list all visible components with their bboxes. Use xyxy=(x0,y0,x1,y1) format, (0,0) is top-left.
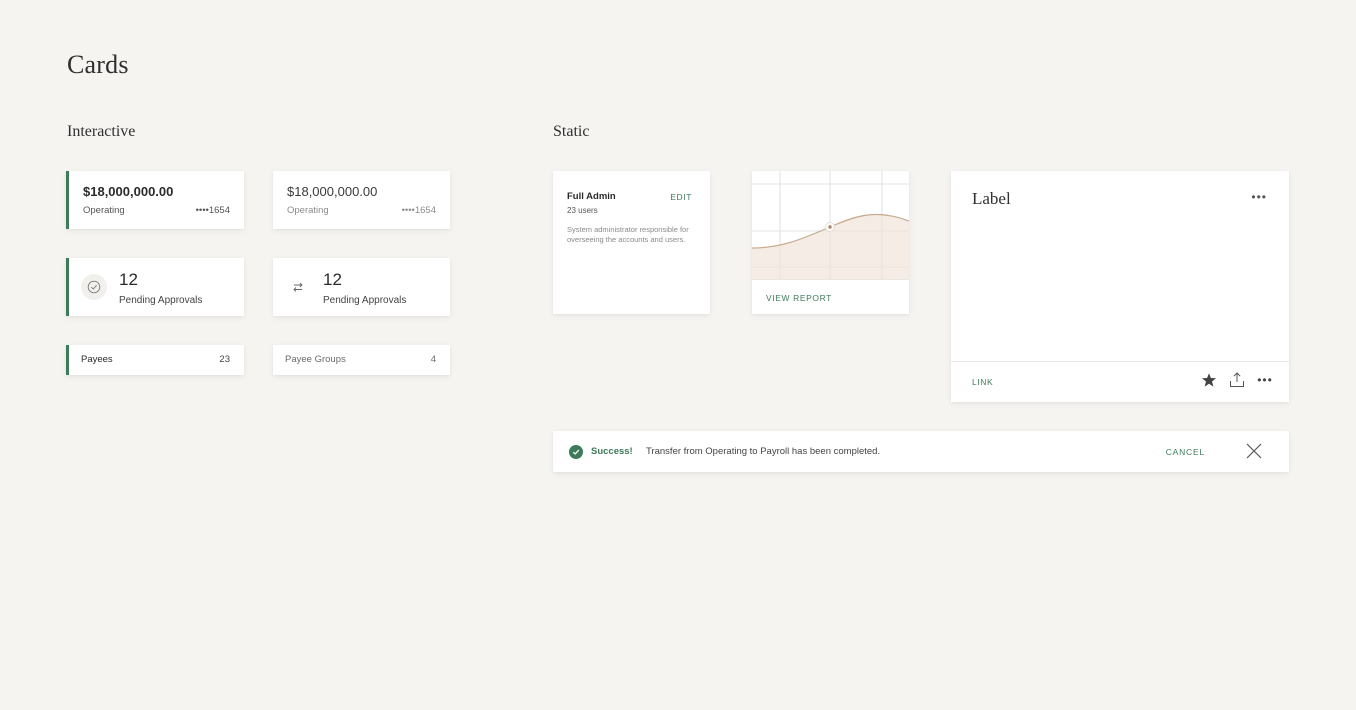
success-toast: Success! Transfer from Operating to Payr… xyxy=(553,431,1289,472)
section-title-static: Static xyxy=(553,123,590,140)
admin-role-card: Full Admin EDIT 23 users System administ… xyxy=(553,171,710,314)
account-number-mask: ••••1654 xyxy=(195,205,230,216)
payees-count: 23 xyxy=(219,354,230,365)
payee-groups-card[interactable]: Payee Groups 4 xyxy=(273,345,450,375)
account-name: Operating xyxy=(83,205,125,216)
more-icon[interactable]: ••• xyxy=(1255,370,1275,390)
success-check-icon xyxy=(569,445,583,459)
chart-point-center xyxy=(828,225,832,229)
label-card: Label ••• LINK ••• xyxy=(951,171,1289,402)
toast-status: Success! xyxy=(591,446,633,457)
label-card-actions: ••• xyxy=(1199,370,1275,390)
account-card-active[interactable]: $18,000,000.00 Operating ••••1654 xyxy=(66,171,244,229)
pending-approvals-card[interactable]: 12 Pending Approvals xyxy=(273,258,450,316)
payees-label: Payees xyxy=(81,354,113,365)
swap-arrows-icon xyxy=(291,280,305,297)
pending-label: Pending Approvals xyxy=(119,295,203,306)
label-card-link[interactable]: LINK xyxy=(972,377,993,387)
label-card-divider xyxy=(951,361,1289,362)
check-circle-icon xyxy=(81,274,107,300)
edit-button[interactable]: EDIT xyxy=(670,192,692,202)
chart-divider xyxy=(752,279,909,280)
report-chart-card: VIEW REPORT xyxy=(752,171,909,314)
page-title: Cards xyxy=(67,50,129,79)
role-title: Full Admin xyxy=(567,191,616,202)
role-description: System administrator responsible for ove… xyxy=(567,225,689,244)
chart-preview xyxy=(752,171,909,279)
payee-groups-label: Payee Groups xyxy=(285,354,346,365)
account-name: Operating xyxy=(287,205,329,216)
label-card-title: Label xyxy=(972,189,1011,208)
more-options-icon[interactable]: ••• xyxy=(1251,190,1267,204)
pending-count: 12 xyxy=(119,270,138,289)
payees-card-active[interactable]: Payees 23 xyxy=(66,345,244,375)
share-icon[interactable] xyxy=(1227,370,1247,390)
view-report-link[interactable]: VIEW REPORT xyxy=(766,293,832,303)
pending-approvals-card-active[interactable]: 12 Pending Approvals xyxy=(66,258,244,316)
role-user-count: 23 users xyxy=(567,206,598,215)
cancel-button[interactable]: CANCEL xyxy=(1166,447,1205,457)
account-card[interactable]: $18,000,000.00 Operating ••••1654 xyxy=(273,171,450,229)
payee-groups-count: 4 xyxy=(430,354,436,365)
account-amount: $18,000,000.00 xyxy=(83,184,174,199)
pending-label: Pending Approvals xyxy=(323,295,407,306)
toast-message: Transfer from Operating to Payroll has b… xyxy=(646,446,881,457)
star-icon[interactable] xyxy=(1199,370,1219,390)
pending-count: 12 xyxy=(323,270,342,289)
account-amount: $18,000,000.00 xyxy=(287,184,378,199)
account-number-mask: ••••1654 xyxy=(401,205,436,216)
close-icon[interactable] xyxy=(1243,440,1265,462)
section-title-interactive: Interactive xyxy=(67,123,136,140)
